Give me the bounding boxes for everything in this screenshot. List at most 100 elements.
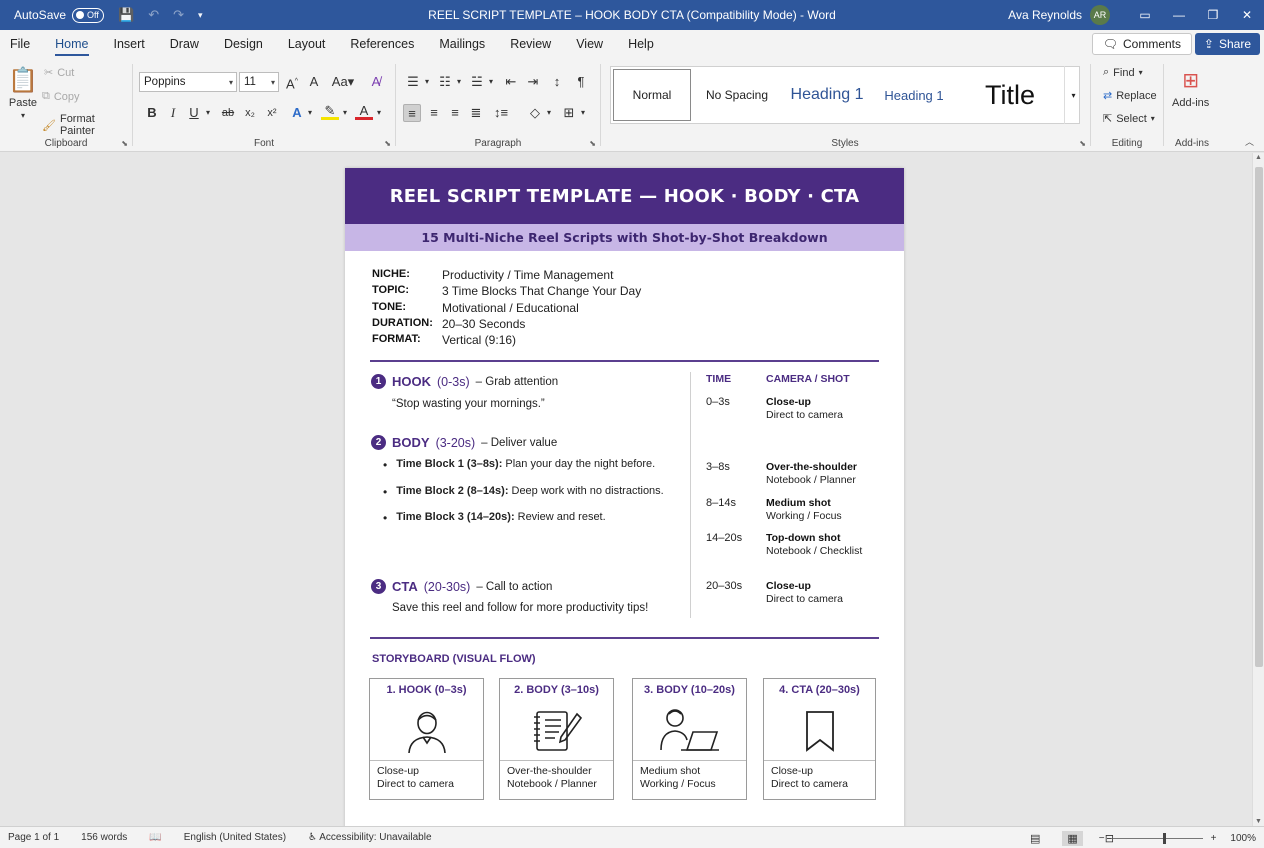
document-page[interactable]: REEL SCRIPT TEMPLATE — HOOK · BODY · CTA… xyxy=(345,168,904,848)
language-status[interactable]: English (United States) xyxy=(184,832,286,843)
share-button[interactable]: ⇪ Share xyxy=(1194,33,1260,55)
list-item: Time Block 1 (3–8s):Plan your day the ni… xyxy=(383,458,664,485)
ribbon-display-icon[interactable]: ▭ xyxy=(1128,0,1162,30)
save-icon[interactable]: 💾 xyxy=(118,7,134,23)
font-size-combo[interactable]: 11 ▾ xyxy=(239,72,279,92)
tab-layout[interactable]: Layout xyxy=(279,30,335,58)
zoom-slider[interactable] xyxy=(1112,832,1203,844)
zoom-out-icon[interactable]: − xyxy=(1099,833,1105,844)
dialog-launcher-icon[interactable]: ⬊ xyxy=(589,139,596,148)
bold-icon[interactable]: B xyxy=(143,104,161,122)
highlight-dropdown-icon[interactable]: ▾ xyxy=(336,104,354,122)
scroll-down-icon[interactable]: ▼ xyxy=(1255,818,1262,825)
shot-row: 8–14s Medium shot Working / Focus xyxy=(706,497,842,522)
editing-group: ⌕ Find ▾ ⇄ Replace ⇱ Select ▾ Editing xyxy=(1091,58,1163,152)
dialog-launcher-icon[interactable]: ⬊ xyxy=(121,139,128,148)
bullets-dropdown-icon[interactable]: ▾ xyxy=(418,73,436,91)
show-formatting-icon[interactable]: ¶ xyxy=(572,73,590,91)
undo-icon[interactable]: ↶ xyxy=(148,7,159,23)
proofing-icon[interactable]: 📖 xyxy=(149,832,161,843)
tab-design[interactable]: Design xyxy=(215,30,272,58)
align-left-icon[interactable]: ≡ xyxy=(403,104,421,122)
tab-references[interactable]: References xyxy=(341,30,423,58)
align-right-icon[interactable]: ≡ xyxy=(446,104,464,122)
document-subbanner: 15 Multi-Niche Reel Scripts with Shot-by… xyxy=(345,224,904,251)
tab-view[interactable]: View xyxy=(567,30,612,58)
font-group-label: Font xyxy=(253,138,274,149)
person-icon xyxy=(370,701,483,761)
multilevel-dropdown-icon[interactable]: ▾ xyxy=(482,73,500,91)
line-spacing-icon[interactable]: ↕≡ xyxy=(492,104,510,122)
superscript-icon[interactable]: x² xyxy=(263,104,281,122)
font-color-dropdown-icon[interactable]: ▾ xyxy=(370,104,388,122)
paste-button[interactable]: 📋 Paste ▾ xyxy=(8,66,38,120)
tab-file[interactable]: File xyxy=(1,30,39,58)
read-mode-icon[interactable]: ▤ xyxy=(1030,832,1040,845)
meta-row: TONE: Motivational / Educational xyxy=(372,300,579,315)
decrease-indent-icon[interactable]: ⇤ xyxy=(502,73,520,91)
document-banner: REEL SCRIPT TEMPLATE — HOOK · BODY · CTA xyxy=(345,168,904,224)
align-center-icon[interactable]: ≡ xyxy=(425,104,443,122)
word-count[interactable]: 156 words xyxy=(81,832,127,843)
page-count[interactable]: Page 1 of 1 xyxy=(8,832,59,843)
format-painter-button[interactable]: 🖌 Format Painter xyxy=(42,113,132,137)
shrink-font-icon[interactable]: A xyxy=(305,73,323,91)
sort-icon[interactable]: ↕ xyxy=(548,73,566,91)
subscript-icon[interactable]: x₂ xyxy=(241,104,259,122)
card-title: 2. BODY (3–10s) xyxy=(514,684,599,696)
section-time: (0-3s) xyxy=(437,374,470,389)
clear-formatting-icon[interactable]: A̸ xyxy=(367,73,385,91)
find-button[interactable]: ⌕ Find ▾ xyxy=(1103,66,1143,79)
vertical-scrollbar[interactable]: ▲ ▼ xyxy=(1252,153,1264,826)
tab-draw[interactable]: Draw xyxy=(161,30,208,58)
collapse-ribbon-icon[interactable]: ︿ xyxy=(1245,135,1254,148)
section-desc: – Deliver value xyxy=(481,436,558,449)
redo-icon[interactable]: ↷ xyxy=(173,7,184,23)
avatar[interactable]: AR xyxy=(1090,5,1110,25)
addins-button[interactable]: ⊞ Add-ins xyxy=(1172,68,1209,109)
autosave-control[interactable]: AutoSave Off xyxy=(14,7,105,23)
grow-font-icon[interactable]: A^ xyxy=(283,73,301,91)
comments-button[interactable]: 🗨 Comments xyxy=(1091,33,1192,55)
cut-button[interactable]: ✂ Cut xyxy=(44,66,74,80)
tab-review[interactable]: Review xyxy=(501,30,560,58)
zoom-level[interactable]: 100% xyxy=(1230,833,1256,844)
tab-mailings[interactable]: Mailings xyxy=(430,30,494,58)
accessibility-status[interactable]: ♿ Accessibility: Unavailable xyxy=(308,832,431,843)
close-icon[interactable]: ✕ xyxy=(1230,0,1264,30)
hook-line: “Stop wasting your mornings.” xyxy=(392,398,545,410)
shading-dropdown-icon[interactable]: ▾ xyxy=(540,104,558,122)
font-family-combo[interactable]: Poppins ▾ xyxy=(139,72,237,92)
list-item: Time Block 3 (14–20s):Review and reset. xyxy=(383,511,664,538)
dialog-launcher-icon[interactable]: ⬊ xyxy=(384,139,391,148)
strikethrough-icon[interactable]: ab xyxy=(219,104,237,122)
user-account[interactable]: Ava Reynolds AR xyxy=(1008,0,1110,30)
meta-row: NICHE: Productivity / Time Management xyxy=(372,268,614,282)
zoom-in-icon[interactable]: + xyxy=(1211,833,1217,844)
copy-button[interactable]: ⧉ Copy xyxy=(42,90,80,103)
minimize-icon[interactable]: — xyxy=(1162,0,1196,30)
tab-insert[interactable]: Insert xyxy=(105,30,154,58)
underline-dropdown-icon[interactable]: ▾ xyxy=(199,104,217,122)
customize-toolbar-icon[interactable]: ▾ xyxy=(198,10,203,21)
borders-dropdown-icon[interactable]: ▾ xyxy=(574,104,592,122)
select-button[interactable]: ⇱ Select ▾ xyxy=(1103,112,1155,126)
text-effects-dropdown-icon[interactable]: ▾ xyxy=(301,104,319,122)
notebook-pen-icon xyxy=(500,701,613,761)
numbering-dropdown-icon[interactable]: ▾ xyxy=(450,73,468,91)
scroll-thumb[interactable] xyxy=(1255,167,1263,667)
tab-help[interactable]: Help xyxy=(619,30,663,58)
scroll-up-icon[interactable]: ▲ xyxy=(1255,154,1262,161)
change-case-icon[interactable]: Aa▾ xyxy=(331,73,355,91)
paragraph-group-label: Paragraph xyxy=(474,138,522,149)
dialog-launcher-icon[interactable]: ⬊ xyxy=(1079,139,1086,148)
user-name: Ava Reynolds xyxy=(1008,8,1082,22)
italic-icon[interactable]: I xyxy=(164,104,182,122)
increase-indent-icon[interactable]: ⇥ xyxy=(524,73,542,91)
tab-home[interactable]: Home xyxy=(46,30,97,58)
print-layout-icon[interactable]: ▦ xyxy=(1062,830,1083,846)
justify-icon[interactable]: ≣ xyxy=(467,104,485,122)
autosave-toggle[interactable]: Off xyxy=(72,7,105,23)
restore-icon[interactable]: ❐ xyxy=(1196,0,1230,30)
replace-button[interactable]: ⇄ Replace xyxy=(1103,89,1157,103)
